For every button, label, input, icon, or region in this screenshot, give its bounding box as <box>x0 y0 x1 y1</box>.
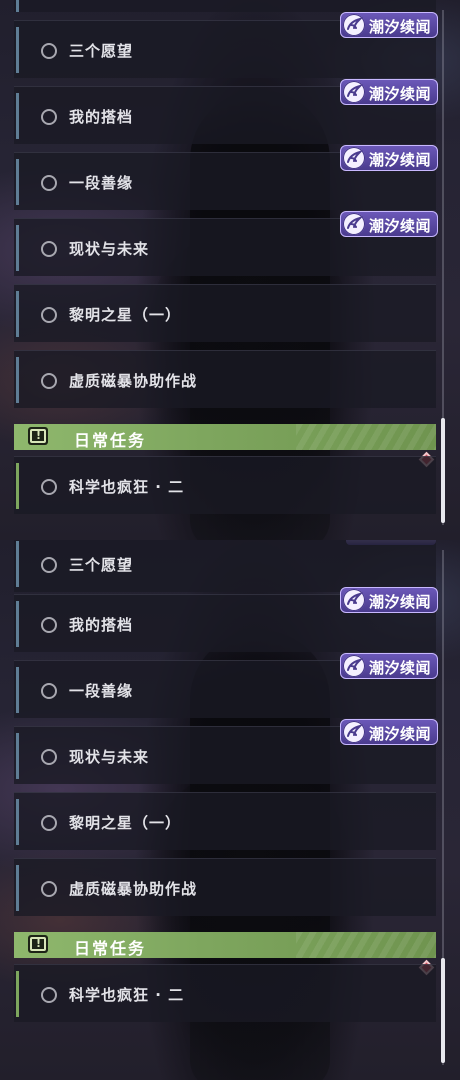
tide-swirl-icon <box>343 81 365 103</box>
quest-title: 现状与未来 <box>69 240 150 258</box>
circle-outline-icon <box>41 373 57 389</box>
alert-box-icon: ! <box>28 427 48 445</box>
alert-box-icon: ! <box>28 935 48 953</box>
circle-outline-icon <box>41 175 57 191</box>
circle-outline-icon <box>41 307 57 323</box>
quest-title: 黎明之星（一） <box>69 814 182 832</box>
tag-label: 潮汐续闻 <box>369 151 432 169</box>
row-accent-bar <box>16 225 19 271</box>
quest-row[interactable]: 黎明之星（一） <box>14 284 436 342</box>
quest-title: 我的搭档 <box>69 108 134 126</box>
circle-outline-icon <box>41 109 57 125</box>
daily-quest-row[interactable]: 科学也疯狂 · 二 <box>14 964 436 1022</box>
daily-quests-header[interactable]: ! 日常任务 <box>14 424 436 450</box>
tide-swirl-icon <box>343 213 365 235</box>
quest-panel-bottom: 三个愿望 我的搭档 一段善缘 现状与未来 黎明之星（一） 虚质磁暴协助作战 潮汐… <box>0 540 460 1080</box>
tide-news-tag: 潮汐续闻 <box>340 145 438 171</box>
circle-outline-icon <box>41 749 57 765</box>
circle-outline-icon <box>41 617 57 633</box>
quest-title: 科学也疯狂 · 二 <box>69 478 185 496</box>
row-accent-bar <box>16 865 19 911</box>
daily-header-title: 日常任务 <box>74 939 147 958</box>
quest-title: 我的搭档 <box>69 616 134 634</box>
quest-title: 科学也疯狂 · 二 <box>69 986 185 1004</box>
daily-quests-header[interactable]: ! 日常任务 <box>14 932 436 958</box>
quest-row[interactable]: 虚质磁暴协助作战 <box>14 350 436 408</box>
row-accent-bar <box>16 93 19 139</box>
row-accent-bar <box>16 667 19 713</box>
row-accent-bar <box>16 799 19 845</box>
tag-label: 潮汐续闻 <box>369 659 432 677</box>
quest-row-partial <box>14 0 436 12</box>
scrollbar-thumb[interactable] <box>441 958 445 1063</box>
tag-label: 潮汐续闻 <box>369 725 432 743</box>
quest-title: 现状与未来 <box>69 748 150 766</box>
header-decoration <box>296 932 436 958</box>
tag-label: 潮汐续闻 <box>369 85 432 103</box>
row-accent-bar <box>16 541 19 587</box>
tide-swirl-icon <box>343 589 365 611</box>
row-accent-bar <box>16 463 19 509</box>
circle-outline-icon <box>41 557 57 573</box>
quest-title: 三个愿望 <box>69 556 134 574</box>
quest-title: 一段善缘 <box>69 682 134 700</box>
circle-outline-icon <box>41 881 57 897</box>
tide-swirl-icon <box>343 14 365 36</box>
quest-title: 虚质磁暴协助作战 <box>69 372 198 390</box>
daily-quest-row[interactable]: 科学也疯狂 · 二 <box>14 456 436 514</box>
tide-swirl-icon <box>343 721 365 743</box>
header-decoration <box>296 424 436 450</box>
row-accent-bar <box>16 733 19 779</box>
quest-list: 三个愿望 我的搭档 一段善缘 现状与未来 黎明之星（一） 虚质磁暴协助作战 潮汐… <box>0 540 460 1080</box>
tide-news-tag: 潮汐续闻 <box>340 211 438 237</box>
circle-outline-icon <box>41 815 57 831</box>
circle-outline-icon <box>41 683 57 699</box>
circle-outline-icon <box>41 241 57 257</box>
tide-swirl-icon <box>343 655 365 677</box>
tide-news-tag: 潮汐续闻 <box>340 12 438 38</box>
row-accent-bar <box>16 159 19 205</box>
row-accent-bar <box>16 601 19 647</box>
scrollbar-thumb[interactable] <box>441 418 445 523</box>
row-accent-bar <box>16 291 19 337</box>
row-accent-bar <box>16 27 19 73</box>
quest-row[interactable]: 三个愿望 <box>14 540 436 592</box>
tide-news-tag: 潮汐续闻 <box>340 653 438 679</box>
daily-header-title: 日常任务 <box>74 431 147 450</box>
quest-row[interactable]: 虚质磁暴协助作战 <box>14 858 436 916</box>
quest-list: 三个愿望 我的搭档 一段善缘 现状与未来 黎明之星（一） 虚质磁暴协助作战 潮汐… <box>0 0 460 540</box>
quest-title: 虚质磁暴协助作战 <box>69 880 198 898</box>
tag-label: 潮汐续闻 <box>369 217 432 235</box>
quest-title: 黎明之星（一） <box>69 306 182 324</box>
quest-title: 三个愿望 <box>69 42 134 60</box>
circle-outline-icon <box>41 43 57 59</box>
circle-outline-icon <box>41 987 57 1003</box>
quest-title: 一段善缘 <box>69 174 134 192</box>
quest-row[interactable]: 黎明之星（一） <box>14 792 436 850</box>
circle-outline-icon <box>41 479 57 495</box>
tide-swirl-icon <box>343 147 365 169</box>
row-accent-bar <box>16 357 19 403</box>
tide-news-tag: 潮汐续闻 <box>340 79 438 105</box>
tag-label: 潮汐续闻 <box>369 18 432 36</box>
tide-news-tag: 潮汐续闻 <box>340 719 438 745</box>
row-accent-bar <box>16 971 19 1017</box>
tag-label: 潮汐续闻 <box>369 593 432 611</box>
tide-news-tag: 潮汐续闻 <box>340 587 438 613</box>
quest-panel-top: 三个愿望 我的搭档 一段善缘 现状与未来 黎明之星（一） 虚质磁暴协助作战 潮汐… <box>0 0 460 540</box>
